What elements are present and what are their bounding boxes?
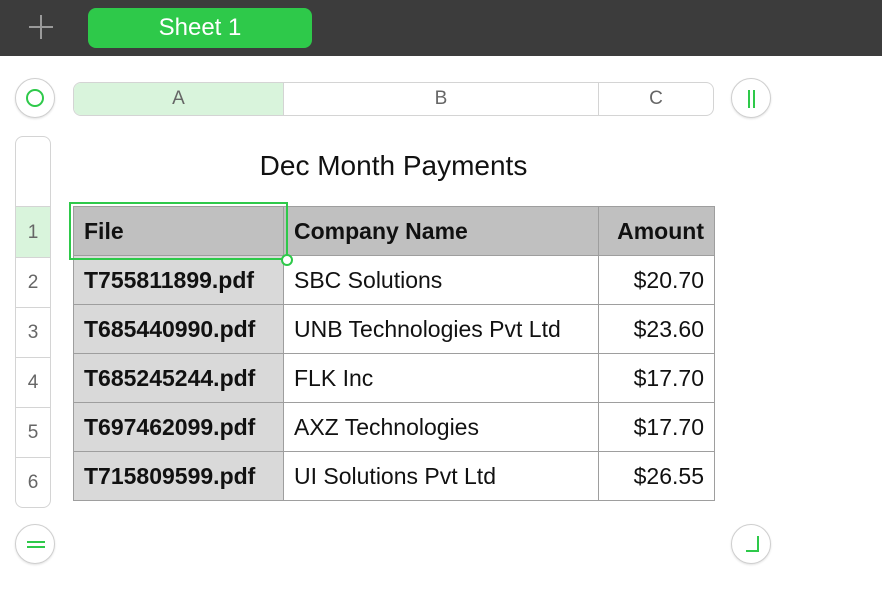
row-header-bar: 1 2 3 4 5 6 xyxy=(15,136,51,508)
file-cell[interactable]: T685440990.pdf xyxy=(73,304,284,354)
file-cell[interactable]: T685245244.pdf xyxy=(73,353,284,403)
column-header-a[interactable]: A xyxy=(74,83,284,115)
company-cell[interactable]: AXZ Technologies xyxy=(283,402,599,452)
header-cell-file[interactable]: File xyxy=(73,206,284,256)
row-header-2[interactable]: 2 xyxy=(16,257,50,308)
row-header-5[interactable]: 5 xyxy=(16,407,50,458)
row-header-3[interactable]: 3 xyxy=(16,307,50,358)
resize-corner-icon[interactable] xyxy=(731,524,771,564)
selection-drag-handle[interactable] xyxy=(281,254,293,266)
column-header-b[interactable]: B xyxy=(284,83,599,115)
amount-cell[interactable]: $17.70 xyxy=(598,353,715,403)
column-header-c[interactable]: C xyxy=(599,83,713,115)
table-title[interactable]: Dec Month Payments xyxy=(73,150,714,182)
file-cell[interactable]: T755811899.pdf xyxy=(73,255,284,305)
table-row: T715809599.pdf UI Solutions Pvt Ltd $26.… xyxy=(73,451,715,501)
row-header-1[interactable]: 1 xyxy=(16,206,50,258)
header-cell-amount[interactable]: Amount xyxy=(598,206,715,256)
sheet-toolbar: Sheet 1 xyxy=(0,0,882,56)
amount-cell[interactable]: $20.70 xyxy=(598,255,715,305)
row-header-4[interactable]: 4 xyxy=(16,357,50,408)
sheet-tab-label: Sheet 1 xyxy=(158,14,242,41)
add-sheet-plus-icon[interactable] xyxy=(28,14,54,40)
company-cell[interactable]: UI Solutions Pvt Ltd xyxy=(283,451,599,501)
tab-sheet-1[interactable]: Sheet 1 xyxy=(88,8,312,48)
file-cell[interactable]: T715809599.pdf xyxy=(73,451,284,501)
table-row: T755811899.pdf SBC Solutions $20.70 xyxy=(73,255,715,305)
company-cell[interactable]: FLK Inc xyxy=(283,353,599,403)
table-header-row: File Company Name Amount xyxy=(73,206,715,256)
row-handle-icon[interactable] xyxy=(15,524,55,564)
payments-table: File Company Name Amount T755811899.pdf … xyxy=(73,206,715,501)
table-row: T685245244.pdf FLK Inc $17.70 xyxy=(73,353,715,403)
row-header-6[interactable]: 6 xyxy=(16,457,50,507)
table-row: T697462099.pdf AXZ Technologies $17.70 xyxy=(73,402,715,452)
amount-cell[interactable]: $26.55 xyxy=(598,451,715,501)
select-all-circle-icon[interactable] xyxy=(15,78,55,118)
header-cell-company[interactable]: Company Name xyxy=(283,206,599,256)
amount-cell[interactable]: $23.60 xyxy=(598,304,715,354)
table-row: T685440990.pdf UNB Technologies Pvt Ltd … xyxy=(73,304,715,354)
amount-cell[interactable]: $17.70 xyxy=(598,402,715,452)
column-header-bar: A B C xyxy=(73,82,714,116)
file-cell[interactable]: T697462099.pdf xyxy=(73,402,284,452)
company-cell[interactable]: SBC Solutions xyxy=(283,255,599,305)
company-cell[interactable]: UNB Technologies Pvt Ltd xyxy=(283,304,599,354)
column-handle-icon[interactable] xyxy=(731,78,771,118)
